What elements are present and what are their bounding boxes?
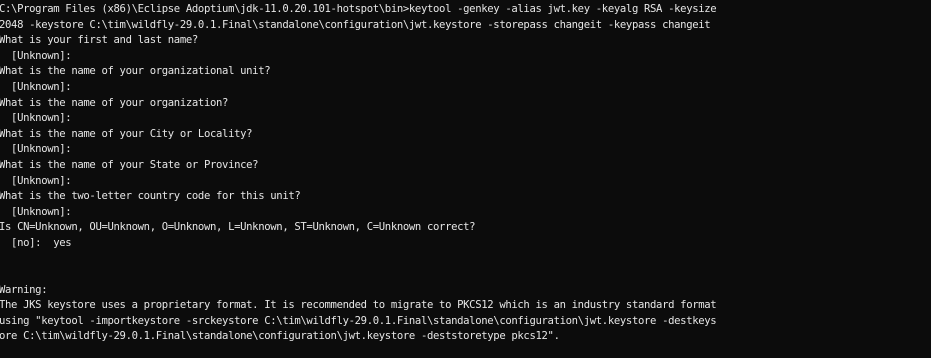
prompt-name: What is your first and last name? (0, 34, 198, 47)
answer-name: [Unknown]: (0, 49, 72, 62)
command-line-1: C:\Program Files (x86)\Eclipse Adoptium\… (0, 3, 717, 15)
warning-heading: Warning: (0, 283, 48, 296)
answer-city: [Unknown]: (0, 143, 72, 156)
answer-state: [Unknown]: (0, 174, 72, 187)
answer-org-unit: [Unknown]: (0, 80, 72, 93)
answer-organization: [Unknown]: (0, 112, 72, 125)
warning-text-2: using "keytool -importkeystore -srckeyst… (0, 314, 717, 327)
prompt-state: What is the name of your State or Provin… (0, 158, 259, 171)
warning-text-1: The JKS keystore uses a proprietary form… (0, 299, 717, 312)
prompt-organization: What is the name of your organization? (0, 96, 229, 109)
warning-text-3: ore C:\tim\wildfly-29.0.1.Final\standalo… (0, 330, 560, 343)
command-line-2: 2048 -keystore C:\tim\wildfly-29.0.1.Fin… (0, 18, 711, 31)
prompt-confirm: Is CN=Unknown, OU=Unknown, O=Unknown, L=… (0, 221, 476, 234)
answer-country: [Unknown]: (0, 205, 72, 218)
prompt-country: What is the two-letter country code for … (0, 190, 301, 203)
prompt-city: What is the name of your City or Localit… (0, 127, 253, 140)
terminal-window[interactable]: C:\Program Files (x86)\Eclipse Adoptium\… (0, 0, 931, 358)
prompt-org-unit: What is the name of your organizational … (0, 65, 271, 78)
answer-confirm[interactable]: [no]: yes (0, 236, 931, 252)
